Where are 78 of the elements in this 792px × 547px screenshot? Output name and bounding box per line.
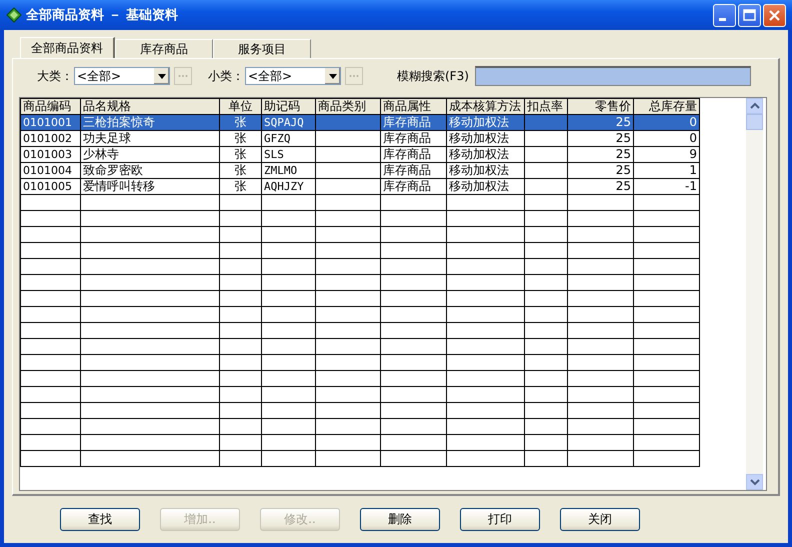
table-row[interactable]: 0101004 致命罗密欧 张 ZMLMO 库存商品 移动加权法 25 1 <box>20 162 700 178</box>
table-cell: 功夫足球 <box>83 132 131 145</box>
minimize-button[interactable] <box>713 4 736 26</box>
table-cell: 张 <box>234 148 246 161</box>
table-cell: 张 <box>234 180 246 193</box>
column-header[interactable]: 商品类别 <box>316 98 380 114</box>
column-header[interactable]: 零售价 <box>568 98 634 114</box>
table-cell: 移动加权法 <box>449 164 509 177</box>
table-cell: 移动加权法 <box>449 132 509 145</box>
dots-icon <box>349 74 359 78</box>
table-cell: 1 <box>689 164 697 177</box>
table-row[interactable]: 0101001 三枪拍案惊奇 张 SQPAJQ 库存商品 移动加权法 25 0 <box>20 114 700 130</box>
column-header[interactable]: 总库存量 <box>634 98 700 114</box>
column-header[interactable]: 商品属性 <box>380 98 446 114</box>
action-button[interactable]: 关闭 <box>560 508 640 531</box>
column-header[interactable]: 商品编码 <box>20 98 80 114</box>
column-header[interactable]: 成本核算方法 <box>446 98 524 114</box>
table-cell: 9 <box>689 148 697 161</box>
category-dropdown[interactable]: <全部> <box>245 67 341 85</box>
category-dropdown[interactable]: <全部> <box>74 67 170 85</box>
table-cell: 三枪拍案惊奇 <box>83 116 155 129</box>
table-cell: 0 <box>689 132 697 145</box>
table-cell: 爱情呼叫转移 <box>83 180 155 193</box>
table-cell: 致命罗密欧 <box>83 164 143 177</box>
diamond-icon <box>6 7 22 23</box>
table-cell: 0101004 <box>23 164 72 177</box>
table-cell: GFZQ <box>264 132 290 145</box>
table-cell: AQHJZY <box>264 180 304 193</box>
tab[interactable]: 全部商品资料 <box>20 37 115 58</box>
table-cell: 0 <box>689 116 697 129</box>
window-title: 全部商品资料 － 基础资料 <box>26 6 180 24</box>
table-cell: 张 <box>234 132 246 145</box>
column-header[interactable]: 扣点率 <box>524 98 568 114</box>
column-header[interactable]: 助记码 <box>262 98 316 114</box>
search-field[interactable] <box>474 66 751 86</box>
tab[interactable]: 服务项目 <box>213 39 311 58</box>
table-row[interactable]: 0101005 爱情呼叫转移 张 AQHJZY 库存商品 移动加权法 25 -1 <box>20 178 700 194</box>
table-cell: 0101005 <box>23 180 72 193</box>
table-cell: 0101003 <box>23 148 72 161</box>
table-cell: 0101002 <box>23 132 72 145</box>
table-cell: -1 <box>685 180 697 193</box>
filter-label: 小类： <box>208 68 244 84</box>
table-row[interactable]: 0101003 少林寺 张 SLS 库存商品 移动加权法 25 9 <box>20 146 700 162</box>
table-cell: 库存商品 <box>383 164 431 177</box>
table-cell: 0101001 <box>23 116 72 129</box>
action-button[interactable]: 打印 <box>460 508 540 531</box>
table-cell: 25 <box>616 164 631 177</box>
table-cell: 25 <box>616 132 631 145</box>
column-header[interactable]: 品名规格 <box>80 98 220 114</box>
column-header[interactable]: 单位 <box>220 98 262 114</box>
table-row[interactable]: 0101002 功夫足球 张 GFZQ 库存商品 移动加权法 25 0 <box>20 130 700 146</box>
close-button[interactable] <box>763 4 786 26</box>
table-cell: 张 <box>234 164 246 177</box>
table-cell: 25 <box>616 180 631 193</box>
table-cell: 库存商品 <box>383 116 431 129</box>
table-cell: 张 <box>234 116 246 129</box>
table-cell: 少林寺 <box>83 148 119 161</box>
action-button[interactable]: 查找 <box>60 508 140 531</box>
minimize-icon <box>719 18 726 20</box>
table-cell: SLS <box>264 148 284 161</box>
table-cell: 库存商品 <box>383 180 431 193</box>
table-cell: 移动加权法 <box>449 116 509 129</box>
dots-icon <box>178 74 188 78</box>
table-cell: 移动加权法 <box>449 180 509 193</box>
table-cell: 25 <box>616 116 631 129</box>
table-cell: 库存商品 <box>383 132 431 145</box>
table-cell: 库存商品 <box>383 148 431 161</box>
table-cell: 25 <box>616 148 631 161</box>
table-cell: SQPAJQ <box>264 116 304 129</box>
search-label: 模糊搜索(F3) <box>397 68 469 84</box>
filter-label: 大类： <box>37 68 73 84</box>
tab[interactable]: 库存商品 <box>115 39 213 58</box>
table-cell: ZMLMO <box>264 164 298 177</box>
scroll-thumb[interactable] <box>746 114 763 130</box>
table-cell: 移动加权法 <box>449 148 509 161</box>
scrollbar[interactable] <box>746 98 763 490</box>
action-button[interactable]: 删除 <box>360 508 440 531</box>
maximize-button[interactable] <box>738 4 761 26</box>
